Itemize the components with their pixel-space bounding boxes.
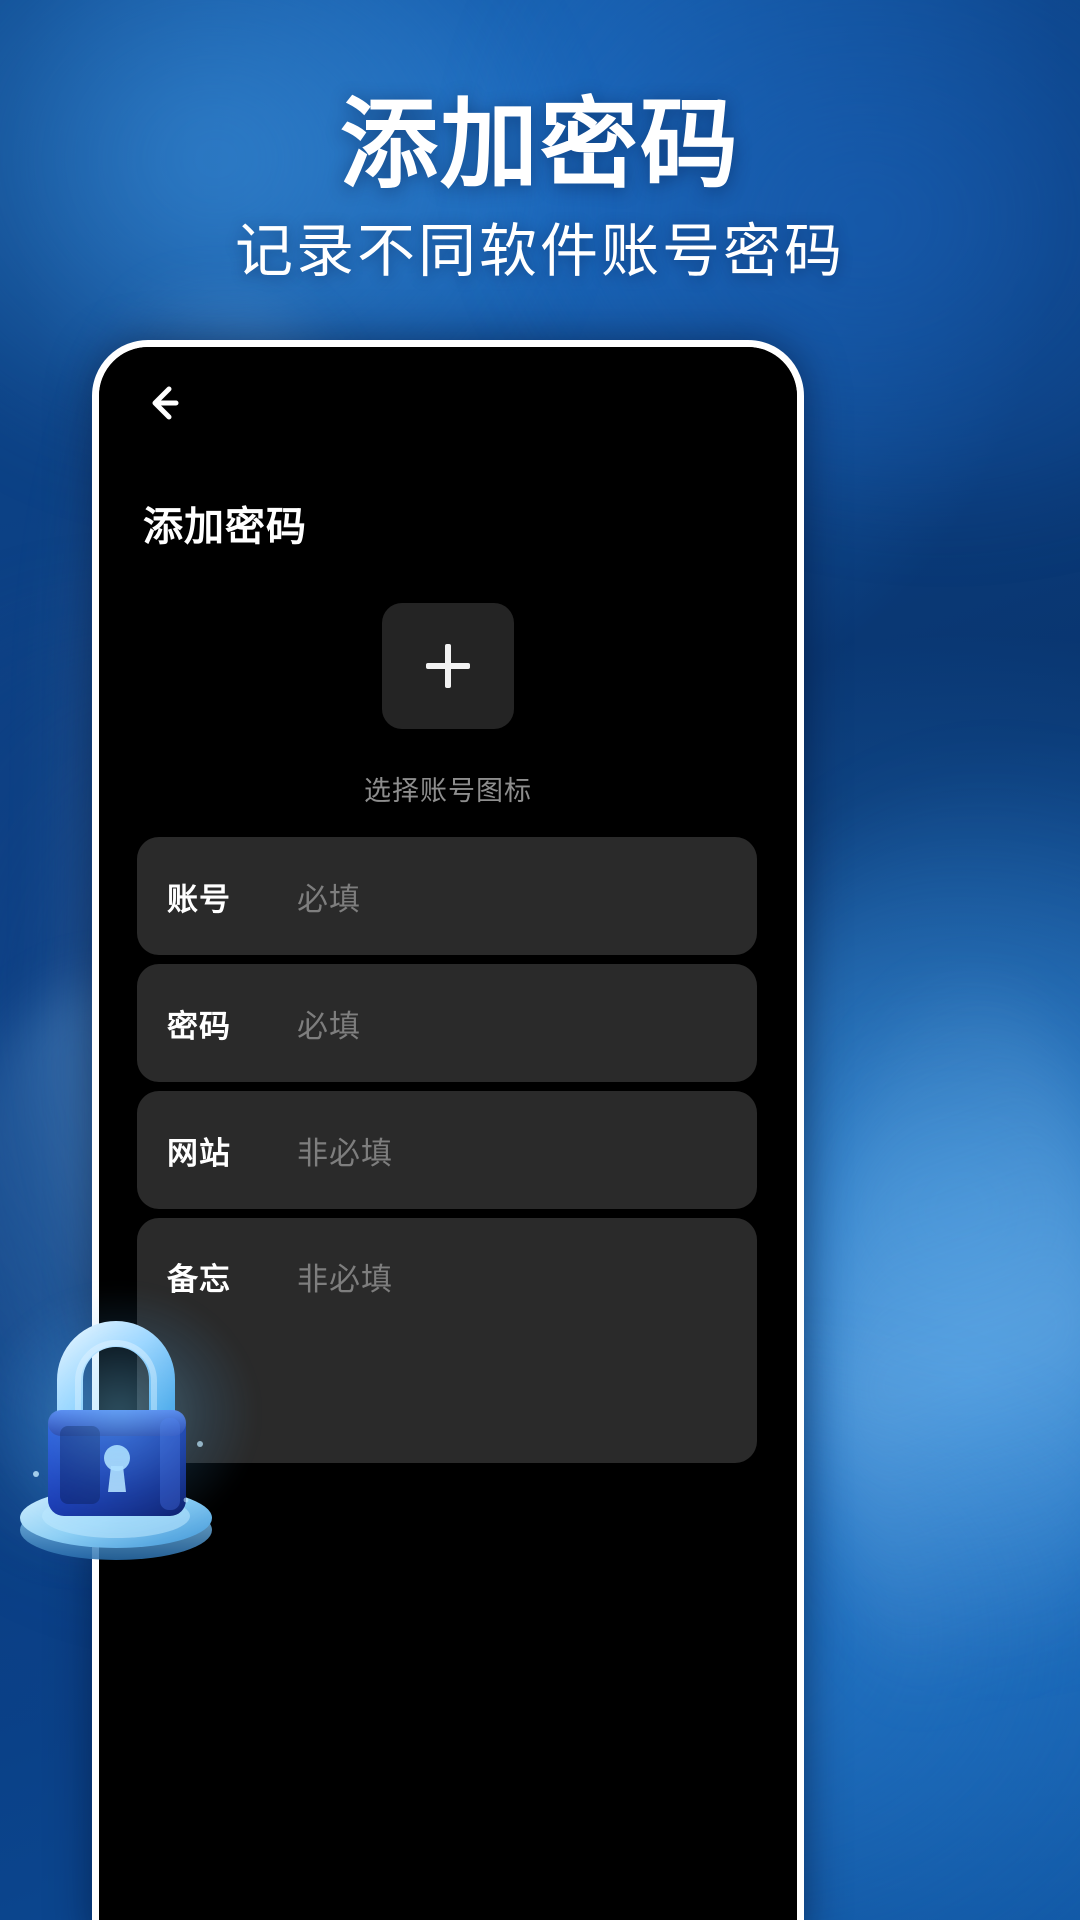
poster-subheadline: 记录不同软件账号密码 — [234, 219, 845, 284]
account-field-label: 账号 — [167, 881, 231, 917]
back-button[interactable] — [131, 371, 195, 435]
memo-field[interactable]: 备忘 非必填 — [137, 1218, 757, 1463]
account-field[interactable]: 账号 必填 — [137, 837, 757, 955]
memo-field-value: 非必填 — [297, 1262, 393, 1297]
website-field-value: 非必填 — [297, 1135, 393, 1171]
phone-mockup: 添加密码 选择账号图标 账号 必填 密码 必填 网站 非必填 备忘 非必填 — [92, 340, 804, 1920]
choose-icon-button[interactable] — [382, 603, 514, 729]
arrow-left-icon — [135, 375, 191, 431]
background-streak — [820, 980, 1080, 1740]
password-field-label: 密码 — [167, 1008, 231, 1044]
icon-picker: 选择账号图标 — [99, 603, 797, 808]
website-field[interactable]: 网站 非必填 — [137, 1091, 757, 1209]
poster-headline: 添加密码 — [339, 88, 740, 202]
account-field-value: 必填 — [297, 881, 361, 917]
website-field-label: 网站 — [167, 1135, 231, 1171]
icon-picker-caption: 选择账号图标 — [364, 776, 532, 806]
memo-field-label: 备忘 — [167, 1262, 231, 1297]
poster-text-block: 添加密码 记录不同软件账号密码 — [0, 0, 1080, 283]
plus-icon — [426, 644, 470, 688]
page-title: 添加密码 — [143, 505, 307, 549]
password-field-value: 必填 — [297, 1008, 361, 1044]
phone-screen: 添加密码 选择账号图标 账号 必填 密码 必填 网站 非必填 备忘 非必填 — [99, 347, 797, 1920]
password-form: 账号 必填 密码 必填 网站 非必填 备忘 非必填 — [137, 837, 757, 1463]
password-field[interactable]: 密码 必填 — [137, 964, 757, 1082]
poster-stage: 添加密码 记录不同软件账号密码 添加密码 选择账号图标 账号 必填 密码 必填 … — [0, 0, 1080, 1920]
app-navbar — [99, 347, 797, 459]
